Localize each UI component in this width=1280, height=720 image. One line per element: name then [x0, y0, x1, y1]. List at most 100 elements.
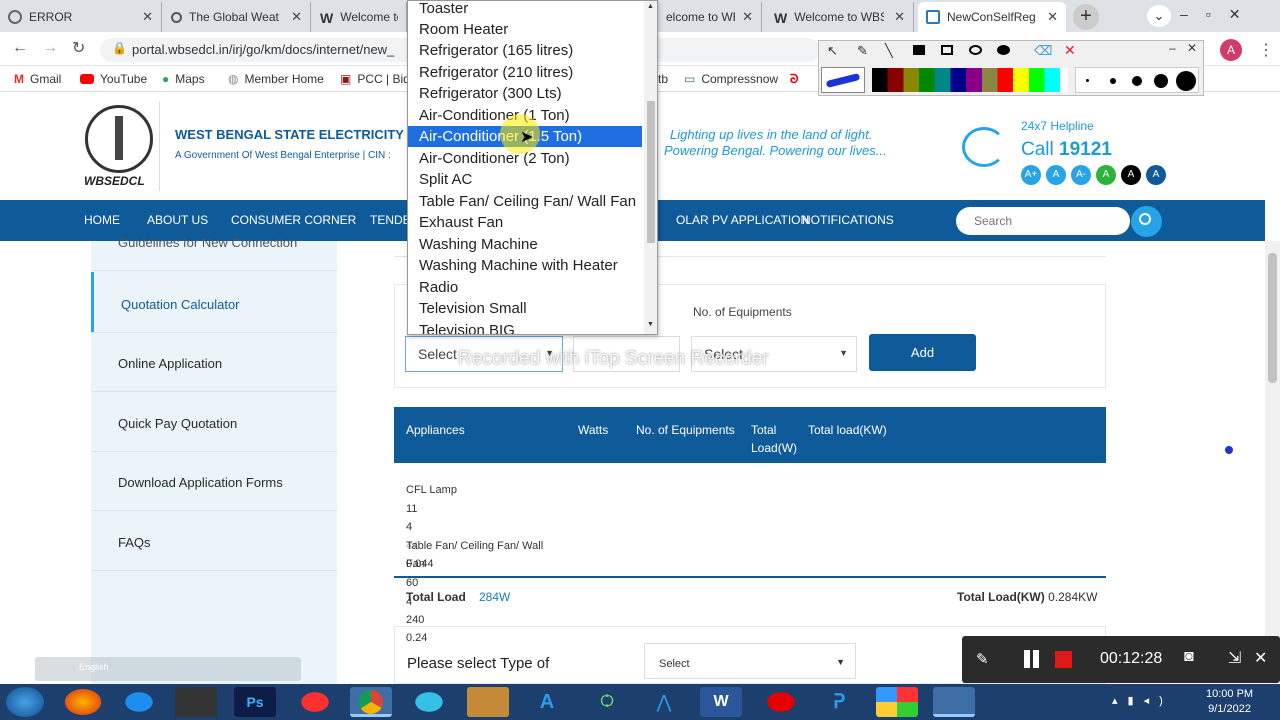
nav-about-us[interactable]: ABOUT US — [147, 213, 208, 227]
paint-tool-icon[interactable] — [933, 687, 975, 717]
reload-icon[interactable]: ↻ — [72, 38, 85, 58]
sidebar-item-faqs[interactable]: FAQs — [118, 535, 151, 550]
opera-icon[interactable] — [294, 687, 336, 717]
back-arrow-icon[interactable]: ← — [12, 39, 28, 57]
expand-icon[interactable]: ⇲ — [1228, 648, 1241, 668]
teamviewer-icon[interactable] — [118, 687, 160, 717]
dropdown-option[interactable]: Split AC — [408, 169, 642, 190]
browser-tab-active[interactable]: NewConSelfReg ✕ — [918, 2, 1066, 32]
bookmark-maps[interactable]: ● Maps — [162, 72, 205, 86]
dropdown-option[interactable]: Radio — [408, 277, 642, 298]
color-palette[interactable] — [872, 68, 1068, 92]
page-scrollbar[interactable] — [1265, 241, 1280, 637]
pause-icon[interactable] — [1024, 650, 1030, 668]
pen-icon[interactable]: ✎ — [976, 650, 989, 668]
system-clock[interactable]: 10:00 PM 9/1/2022 — [1206, 687, 1253, 717]
sidebar-item-online-application[interactable]: Online Application — [118, 356, 222, 371]
bookmark-youtube[interactable]: YouTube — [80, 72, 147, 86]
dropdown-option[interactable]: Room Heater — [408, 19, 642, 40]
tab-search-chevron-icon[interactable]: ⌄ — [1147, 5, 1171, 27]
ellipse-tool-icon[interactable] — [969, 45, 982, 55]
recorder-app-icon[interactable] — [175, 687, 217, 717]
close-tab-icon[interactable]: ✕ — [1047, 9, 1058, 25]
translate-toolbar[interactable]: English — [35, 657, 301, 681]
word-icon[interactable]: W — [700, 687, 742, 717]
close-tab-icon[interactable]: ✕ — [291, 9, 302, 25]
sidebar-item-quotation-calculator[interactable]: Quotation Calculator — [121, 297, 240, 312]
rect-tool-icon[interactable] — [941, 45, 953, 55]
profile-avatar[interactable]: A — [1220, 39, 1242, 61]
font-normal-button[interactable]: A — [1046, 165, 1066, 185]
dropdown-option[interactable]: Table Fan/ Ceiling Fan/ Wall Fan — [408, 191, 642, 212]
add-button[interactable]: Add — [869, 334, 976, 371]
edge-icon[interactable] — [408, 687, 450, 717]
camera-icon[interactable]: ◙ — [1184, 648, 1194, 666]
photoshop-icon[interactable]: Ps — [234, 687, 276, 717]
nav-tenders[interactable]: TENDE — [370, 213, 411, 227]
forward-arrow-icon[interactable]: → — [42, 39, 58, 57]
connection-type-select[interactable]: Select ▼ — [644, 643, 856, 679]
dropdown-option[interactable]: Washing Machine — [408, 234, 642, 255]
close-icon[interactable]: ✕ — [1254, 648, 1267, 668]
brush-size-picker[interactable] — [1075, 67, 1199, 93]
tray-icons[interactable]: ▴▮◂) — [1112, 694, 1173, 707]
app-p-icon[interactable]: ᕈ — [818, 687, 860, 717]
eraser-tool-icon[interactable]: ⌫ — [1034, 43, 1052, 59]
sidebar-item-quick-pay[interactable]: Quick Pay Quotation — [118, 416, 237, 431]
dropdown-option[interactable]: Refrigerator (210 litres) — [408, 62, 642, 83]
minimize-icon[interactable]: – — [1169, 41, 1176, 55]
browser-tab[interactable]: The Global Weath ✕ — [163, 2, 311, 32]
appliance-dropdown-list[interactable]: Toaster Room Heater Refrigerator (165 li… — [407, 0, 658, 335]
window-controls[interactable]: –▫✕ — [1180, 6, 1258, 23]
pen-tool-icon[interactable]: ✎ — [857, 43, 868, 59]
nav-solar-pv[interactable]: OLAR PV APPLICATION — [676, 213, 809, 227]
font-decrease-button[interactable]: A- — [1071, 165, 1091, 185]
airtel-app-icon[interactable] — [760, 687, 802, 717]
search-input[interactable] — [956, 207, 1130, 235]
new-tab-button[interactable]: + — [1073, 4, 1099, 30]
scroll-down-icon[interactable]: ▼ — [647, 321, 654, 328]
app-a-icon[interactable]: A — [526, 687, 568, 717]
sidebar-item-guidelines[interactable]: Guidelines for New Connection — [118, 235, 297, 250]
scroll-up-icon[interactable]: ▲ — [647, 3, 654, 10]
dropdown-option[interactable]: Exhaust Fan — [408, 212, 642, 233]
search-button[interactable] — [1131, 206, 1162, 237]
start-button[interactable] — [6, 687, 44, 717]
dropdown-option[interactable]: Television BIG — [408, 320, 642, 334]
app-oc-icon[interactable]: Ѻ — [586, 687, 628, 717]
app-grid-icon[interactable] — [876, 687, 918, 717]
dropdown-option[interactable]: Refrigerator (165 litres) — [408, 40, 642, 61]
close-icon[interactable]: ✕ — [1187, 41, 1197, 55]
line-tool-icon[interactable]: ╲ — [885, 43, 893, 59]
filled-ellipse-tool-icon[interactable] — [997, 45, 1010, 55]
chrome-icon[interactable] — [350, 687, 392, 717]
app-mountain-icon[interactable]: ⋀ — [643, 687, 685, 717]
clear-tool-icon[interactable]: ✕ — [1064, 42, 1076, 59]
sidebar-item-download-forms[interactable]: Download Application Forms — [118, 475, 283, 490]
bookmark-gmail[interactable]: M Gmail — [14, 72, 61, 86]
theme-dark-button[interactable]: A — [1121, 165, 1141, 185]
dropdown-scrollbar[interactable]: ▲ ▼ — [644, 1, 657, 334]
browser-tab[interactable]: elcome to WBSE ✕ — [658, 2, 762, 32]
dropdown-option[interactable]: Toaster — [408, 1, 642, 19]
scroll-thumb[interactable] — [647, 101, 655, 243]
font-increase-button[interactable]: A+ — [1021, 165, 1041, 185]
theme-green-button[interactable]: A — [1096, 165, 1116, 185]
menu-dots-icon[interactable]: ⋮ — [1258, 40, 1274, 60]
dropdown-option[interactable]: Washing Machine with Heater — [408, 255, 642, 276]
close-tab-icon[interactable]: ✕ — [142, 9, 153, 25]
stop-record-icon[interactable] — [1055, 651, 1072, 668]
browser-tab[interactable]: W Welcome to — [312, 2, 407, 32]
browser-tab[interactable]: ERROR ✕ — [0, 2, 162, 32]
dropdown-option[interactable]: Television Small — [408, 298, 642, 319]
nav-notifications[interactable]: NOTIFICATIONS — [802, 213, 894, 227]
filled-rect-tool-icon[interactable] — [913, 45, 925, 55]
current-color-swatch[interactable] — [821, 67, 865, 93]
nav-home[interactable]: HOME — [84, 213, 120, 227]
browser-tab[interactable]: W Welcome to WBSE ✕ — [766, 2, 914, 32]
pointer-tool-icon[interactable]: ↖ — [827, 43, 838, 59]
file-explorer-icon[interactable] — [467, 687, 509, 717]
bookmark-member-home[interactable]: ◍ Member Home — [228, 72, 324, 86]
close-tab-icon[interactable]: ✕ — [894, 9, 905, 25]
bookmark-pcc[interactable]: ▣ PCC | Bid — [340, 72, 410, 86]
